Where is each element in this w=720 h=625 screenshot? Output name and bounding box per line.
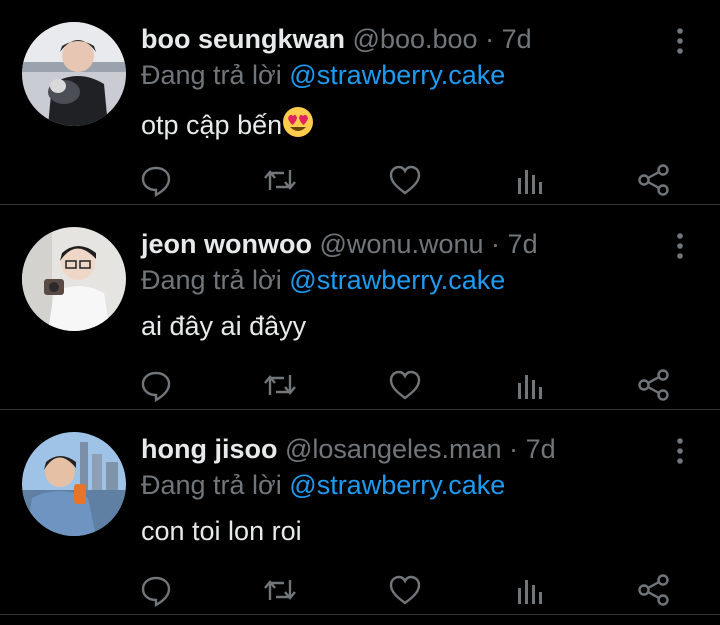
analytics-icon[interactable] — [512, 162, 548, 198]
retweet-icon[interactable] — [262, 162, 298, 198]
avatar[interactable] — [22, 227, 126, 331]
like-icon[interactable] — [387, 162, 423, 198]
analytics-icon[interactable] — [512, 367, 548, 403]
retweet-icon[interactable] — [262, 367, 298, 403]
separator-dot: · — [485, 24, 495, 54]
replying-prefix: Đang trả lời — [141, 60, 282, 90]
more-vertical-icon[interactable] — [668, 436, 692, 466]
timestamp[interactable]: 7d — [508, 229, 538, 259]
retweet-icon[interactable] — [262, 572, 298, 608]
separator-dot: · — [509, 434, 519, 464]
tweet-content: ai đây ai đâyy — [141, 311, 306, 342]
heart-eyes-emoji — [282, 106, 314, 145]
reply-icon[interactable] — [138, 162, 174, 198]
more-vertical-icon[interactable] — [668, 26, 692, 56]
display-name[interactable]: hong jisoo — [141, 434, 277, 464]
replying-prefix: Đang trả lời — [141, 470, 282, 500]
analytics-icon[interactable] — [512, 572, 548, 608]
action-bar — [0, 572, 720, 608]
avatar[interactable] — [22, 22, 126, 126]
mention-link[interactable]: @strawberry.cake — [289, 470, 505, 500]
replying-to-line: Đang trả lời @strawberry.cake — [141, 265, 505, 296]
action-bar — [0, 367, 720, 403]
mention-link[interactable]: @strawberry.cake — [289, 60, 505, 90]
mention-link[interactable]: @strawberry.cake — [289, 265, 505, 295]
reply-tweet[interactable]: boo seungkwan @boo.boo · 7d Đang trả lời… — [0, 0, 720, 205]
share-icon[interactable] — [636, 162, 672, 198]
separator-dot: · — [491, 229, 501, 259]
like-icon[interactable] — [387, 572, 423, 608]
replying-to-line: Đang trả lời @strawberry.cake — [141, 470, 505, 501]
replying-to-line: Đang trả lời @strawberry.cake — [141, 60, 505, 91]
reply-icon[interactable] — [138, 367, 174, 403]
share-icon[interactable] — [636, 572, 672, 608]
more-vertical-icon[interactable] — [668, 231, 692, 261]
reply-icon[interactable] — [138, 572, 174, 608]
like-icon[interactable] — [387, 367, 423, 403]
user-handle[interactable]: @losangeles.man — [285, 434, 502, 464]
tweet-text: con toi lon roi — [141, 516, 302, 546]
share-icon[interactable] — [636, 367, 672, 403]
user-handle[interactable]: @boo.boo — [353, 24, 478, 54]
tweet-text: otp cập bến — [141, 110, 283, 140]
tweet-content: otp cập bến — [141, 106, 314, 145]
reply-tweet[interactable]: jeon wonwoo @wonu.wonu · 7d Đang trả lời… — [0, 205, 720, 410]
display-name[interactable]: boo seungkwan — [141, 24, 345, 54]
timestamp[interactable]: 7d — [526, 434, 556, 464]
reply-tweet[interactable]: hong jisoo @losangeles.man · 7d Đang trả… — [0, 410, 720, 615]
timestamp[interactable]: 7d — [502, 24, 532, 54]
tweet-text: ai đây ai đâyy — [141, 311, 307, 341]
tweet-content: con toi lon roi — [141, 516, 302, 547]
avatar[interactable] — [22, 432, 126, 536]
user-handle[interactable]: @wonu.wonu — [320, 229, 484, 259]
action-bar — [0, 162, 720, 198]
display-name[interactable]: jeon wonwoo — [141, 229, 312, 259]
replying-prefix: Đang trả lời — [141, 265, 282, 295]
